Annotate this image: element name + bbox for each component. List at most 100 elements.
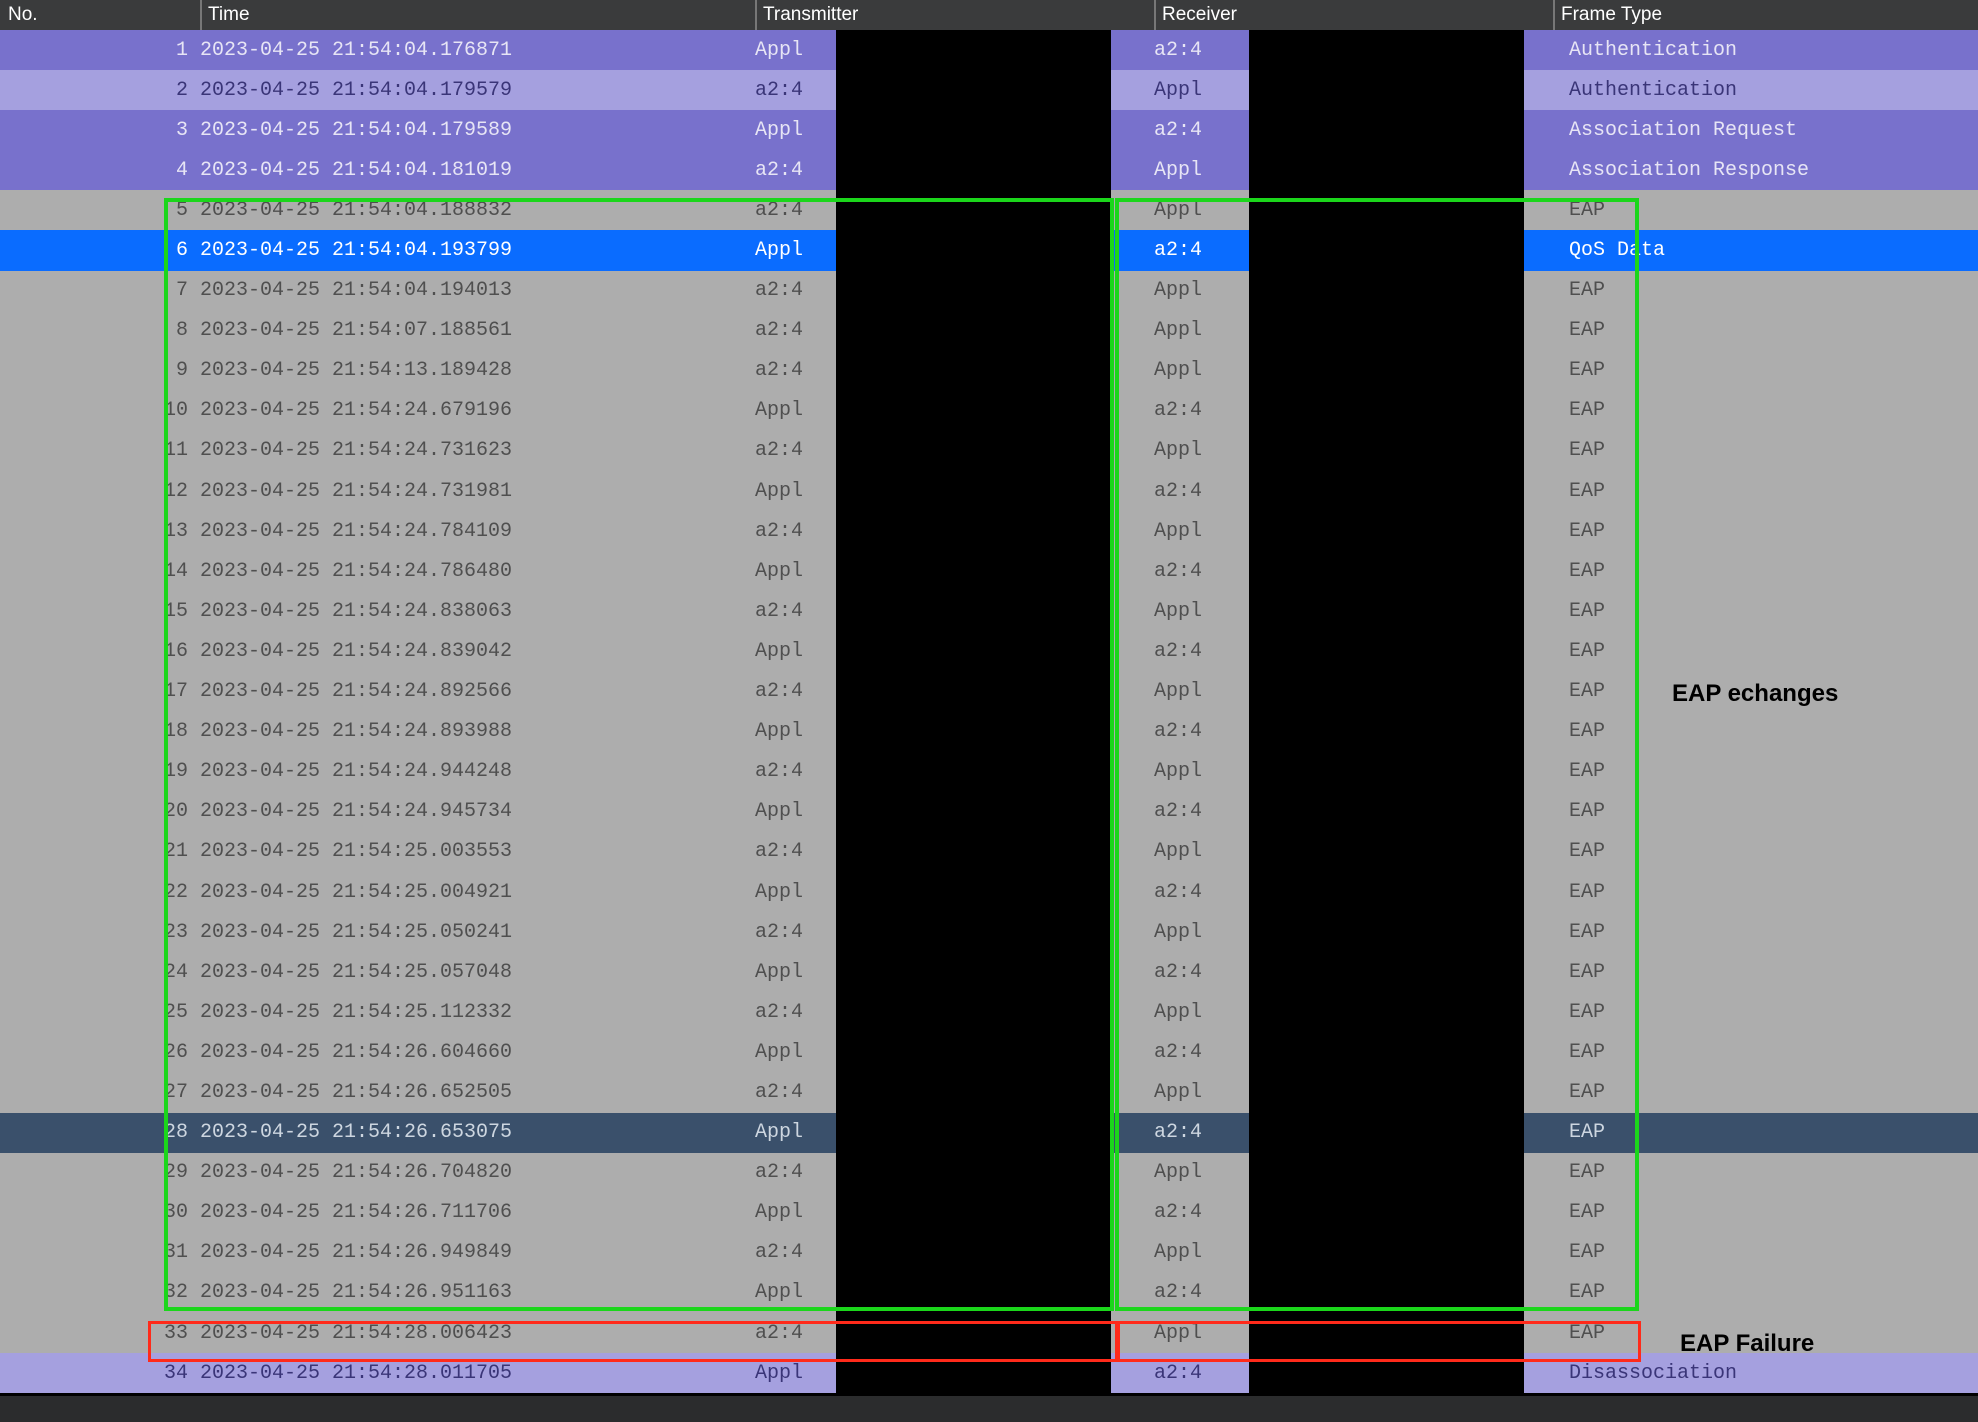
- cell-frame-type: Authentication: [1553, 79, 1978, 102]
- cell-frame-type: EAP: [1553, 319, 1978, 342]
- cell-time: 2023-04-25 21:54:25.004921: [200, 881, 755, 904]
- cell-time: 2023-04-25 21:54:24.892566: [200, 680, 755, 703]
- cell-no: 25: [0, 1001, 200, 1024]
- cell-frame-type: EAP: [1553, 1281, 1978, 1304]
- cell-no: 15: [0, 600, 200, 623]
- cell-time: 2023-04-25 21:54:26.704820: [200, 1161, 755, 1184]
- cell-frame-type: EAP: [1553, 961, 1978, 984]
- cell-frame-type: Association Request: [1553, 119, 1978, 142]
- cell-frame-type: EAP: [1553, 199, 1978, 222]
- cell-time: 2023-04-25 21:54:04.194013: [200, 279, 755, 302]
- cell-frame-type: EAP: [1553, 881, 1978, 904]
- cell-time: 2023-04-25 21:54:25.112332: [200, 1001, 755, 1024]
- cell-frame-type: EAP: [1553, 1041, 1978, 1064]
- cell-frame-type: EAP: [1553, 560, 1978, 583]
- cell-time: 2023-04-25 21:54:28.011705: [200, 1362, 755, 1385]
- cell-no: 11: [0, 439, 200, 462]
- cell-no: 7: [0, 279, 200, 302]
- cell-frame-type: EAP: [1553, 439, 1978, 462]
- cell-time: 2023-04-25 21:54:24.893988: [200, 720, 755, 743]
- cell-no: 3: [0, 119, 200, 142]
- table-header: No. Time Transmitter Receiver Frame Type: [0, 0, 1978, 30]
- cell-time: 2023-04-25 21:54:04.188832: [200, 199, 755, 222]
- cell-no: 24: [0, 961, 200, 984]
- cell-no: 21: [0, 840, 200, 863]
- cell-frame-type: EAP: [1553, 760, 1978, 783]
- cell-time: 2023-04-25 21:54:28.006423: [200, 1322, 755, 1345]
- cell-time: 2023-04-25 21:54:26.652505: [200, 1081, 755, 1104]
- cell-frame-type: EAP: [1553, 520, 1978, 543]
- cell-no: 17: [0, 680, 200, 703]
- cell-time: 2023-04-25 21:54:24.839042: [200, 640, 755, 663]
- cell-frame-type: EAP: [1553, 921, 1978, 944]
- cell-no: 14: [0, 560, 200, 583]
- cell-no: 13: [0, 520, 200, 543]
- cell-time: 2023-04-25 21:54:24.786480: [200, 560, 755, 583]
- cell-no: 6: [0, 239, 200, 262]
- cell-time: 2023-04-25 21:54:24.731623: [200, 439, 755, 462]
- cell-no: 12: [0, 480, 200, 503]
- cell-frame-type: EAP: [1553, 1241, 1978, 1264]
- cell-time: 2023-04-25 21:54:04.193799: [200, 239, 755, 262]
- cell-frame-type: EAP: [1553, 480, 1978, 503]
- cell-no: 10: [0, 399, 200, 422]
- annotation-eap-exchanges: EAP echanges: [1672, 680, 1838, 708]
- cell-time: 2023-04-25 21:54:24.679196: [200, 399, 755, 422]
- redaction-transmitter: [836, 30, 1111, 1394]
- cell-time: 2023-04-25 21:54:24.731981: [200, 480, 755, 503]
- cell-time: 2023-04-25 21:54:25.003553: [200, 840, 755, 863]
- col-no[interactable]: No.: [0, 0, 200, 30]
- cell-no: 30: [0, 1201, 200, 1224]
- cell-no: 2: [0, 79, 200, 102]
- cell-frame-type: EAP: [1553, 840, 1978, 863]
- cell-frame-type: EAP: [1553, 399, 1978, 422]
- status-bar: [0, 1396, 1978, 1422]
- cell-time: 2023-04-25 21:54:25.057048: [200, 961, 755, 984]
- cell-no: 1: [0, 39, 200, 62]
- cell-no: 29: [0, 1161, 200, 1184]
- cell-frame-type: EAP: [1553, 1081, 1978, 1104]
- cell-time: 2023-04-25 21:54:13.189428: [200, 359, 755, 382]
- col-frame-type[interactable]: Frame Type: [1553, 0, 1978, 30]
- cell-no: 31: [0, 1241, 200, 1264]
- cell-no: 34: [0, 1362, 200, 1385]
- cell-time: 2023-04-25 21:54:24.838063: [200, 600, 755, 623]
- cell-no: 28: [0, 1121, 200, 1144]
- cell-frame-type: EAP: [1553, 640, 1978, 663]
- cell-time: 2023-04-25 21:54:26.951163: [200, 1281, 755, 1304]
- cell-no: 19: [0, 760, 200, 783]
- cell-frame-type: EAP: [1553, 720, 1978, 743]
- cell-no: 22: [0, 881, 200, 904]
- cell-frame-type: EAP: [1553, 359, 1978, 382]
- col-transmitter[interactable]: Transmitter: [755, 0, 1154, 30]
- cell-frame-type: EAP: [1553, 1161, 1978, 1184]
- col-receiver[interactable]: Receiver: [1154, 0, 1553, 30]
- cell-time: 2023-04-25 21:54:24.784109: [200, 520, 755, 543]
- cell-no: 26: [0, 1041, 200, 1064]
- cell-frame-type: Association Response: [1553, 159, 1978, 182]
- cell-time: 2023-04-25 21:54:26.711706: [200, 1201, 755, 1224]
- cell-frame-type: Disassociation: [1553, 1362, 1978, 1385]
- cell-no: 9: [0, 359, 200, 382]
- cell-time: 2023-04-25 21:54:04.179589: [200, 119, 755, 142]
- cell-time: 2023-04-25 21:54:24.944248: [200, 760, 755, 783]
- cell-time: 2023-04-25 21:54:24.945734: [200, 800, 755, 823]
- cell-no: 27: [0, 1081, 200, 1104]
- cell-no: 32: [0, 1281, 200, 1304]
- cell-time: 2023-04-25 21:54:04.181019: [200, 159, 755, 182]
- cell-no: 23: [0, 921, 200, 944]
- cell-no: 33: [0, 1322, 200, 1345]
- cell-frame-type: EAP: [1553, 1121, 1978, 1144]
- cell-no: 5: [0, 199, 200, 222]
- cell-time: 2023-04-25 21:54:26.604660: [200, 1041, 755, 1064]
- cell-frame-type: Authentication: [1553, 39, 1978, 62]
- cell-frame-type: EAP: [1553, 1201, 1978, 1224]
- cell-no: 8: [0, 319, 200, 342]
- cell-time: 2023-04-25 21:54:26.653075: [200, 1121, 755, 1144]
- cell-frame-type: EAP: [1553, 800, 1978, 823]
- cell-frame-type: EAP: [1553, 600, 1978, 623]
- cell-frame-type: QoS Data: [1553, 239, 1978, 262]
- annotation-eap-failure: EAP Failure: [1680, 1330, 1814, 1358]
- cell-time: 2023-04-25 21:54:04.176871: [200, 39, 755, 62]
- col-time[interactable]: Time: [200, 0, 755, 30]
